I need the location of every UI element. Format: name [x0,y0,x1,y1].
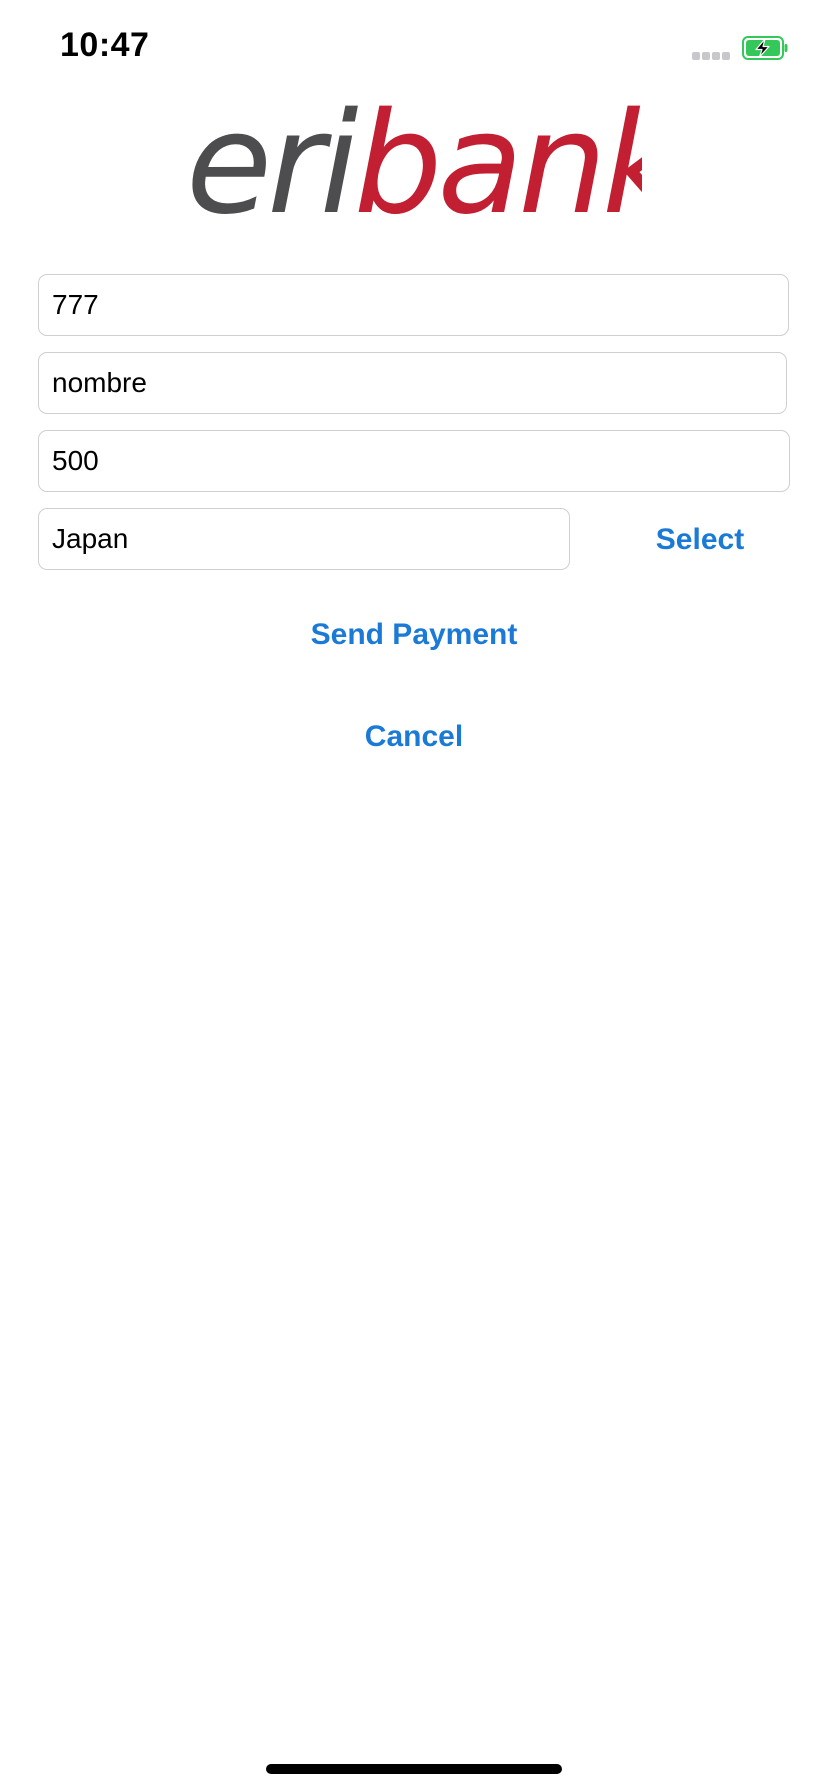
country-field[interactable] [38,508,570,570]
logo-part-bank: bank [354,94,642,234]
eribank-logo: eribank [186,94,642,234]
logo-part-eri: eri [186,94,359,234]
name-field[interactable] [38,352,787,414]
home-indicator[interactable] [266,1764,562,1774]
status-time: 10:47 [60,26,150,64]
amount-field[interactable] [38,430,790,492]
send-payment-button[interactable]: Send Payment [234,612,594,658]
select-country-button[interactable]: Select [620,518,780,562]
cancel-button[interactable]: Cancel [314,714,514,760]
svg-text:eribank: eribank [186,94,642,234]
cellular-signal-icon [692,52,732,62]
account-number-field[interactable] [38,274,789,336]
battery-charging-icon [742,36,788,60]
payment-screen: 10:47 eribank Select Send Payment Cancel [0,0,828,1792]
